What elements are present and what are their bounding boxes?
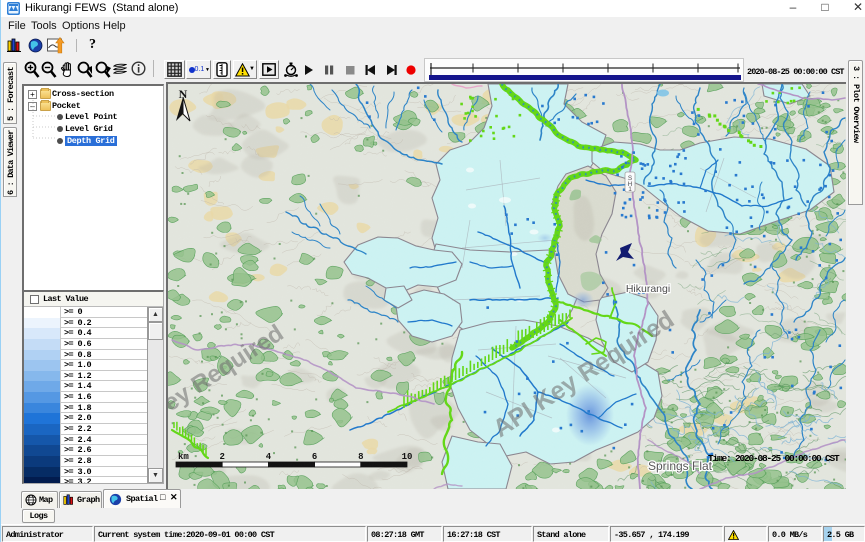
svg-text:Springs Flat: Springs Flat	[648, 459, 713, 473]
svg-text:Time: 2020-08-25 00:00:00 CST: Time: 2020-08-25 00:00:00 CST	[708, 453, 840, 464]
svg-text:Hikurangi: Hikurangi	[626, 283, 670, 295]
svg-text:1: 1	[628, 186, 632, 193]
